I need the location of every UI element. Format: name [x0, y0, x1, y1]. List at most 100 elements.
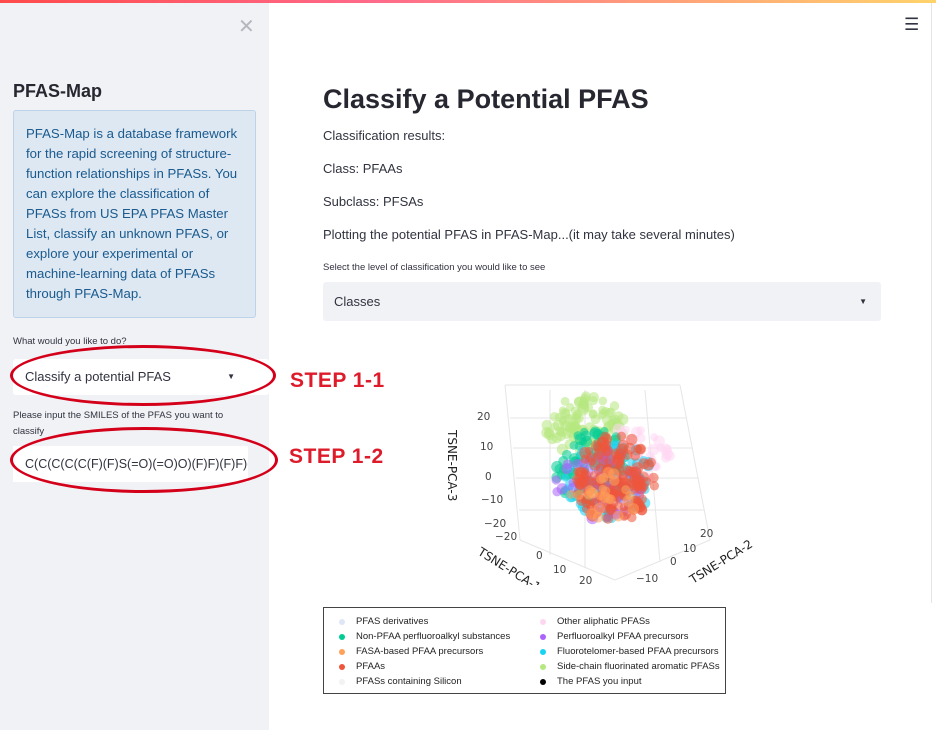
legend-item[interactable]: PFAAs: [339, 661, 386, 673]
x-axis-label: TSNE-PCA-1: [475, 544, 544, 585]
y-tick: 10: [683, 543, 696, 555]
info-box: PFAS-Map is a database framework for the…: [13, 110, 256, 318]
page-title: Classify a Potential PFAS: [323, 84, 649, 114]
legend-item[interactable]: FASA-based PFAA precursors: [339, 646, 484, 658]
legend-label: PFAS derivatives: [356, 616, 429, 627]
legend-item[interactable]: Fluorotelomer-based PFAA precursors: [540, 646, 719, 658]
x-tick: 0: [536, 550, 543, 562]
data-point: [586, 487, 598, 499]
data-point: [608, 468, 620, 480]
legend-label: Other aliphatic PFASs: [557, 616, 650, 627]
data-point: [612, 510, 624, 522]
data-point: [602, 512, 614, 524]
data-point: [585, 500, 595, 509]
data-point: [598, 396, 608, 406]
legend-label: PFASs containing Silicon: [356, 676, 462, 687]
legend-item[interactable]: The PFAS you input: [540, 676, 642, 688]
level-select[interactable]: Classes ▼: [323, 282, 881, 321]
y-tick: 0: [670, 556, 677, 568]
action-select[interactable]: Classify a potential PFAS ▼: [13, 359, 269, 395]
data-point: [662, 444, 672, 454]
data-point: [551, 475, 561, 485]
legend-item[interactable]: Perfluoroalkyl PFAA precursors: [540, 631, 689, 643]
legend-dot: [540, 619, 546, 625]
data-point: [558, 406, 567, 415]
z-axis-label: TSNE-PCA-3: [445, 429, 459, 501]
sidebar-title: PFAS-Map: [13, 81, 103, 101]
legend-label: Perfluoroalkyl PFAA precursors: [557, 631, 689, 642]
close-sidebar-icon[interactable]: ✕: [238, 17, 255, 37]
y-axis-label: TSNE-PCA-2: [686, 537, 755, 585]
data-point: [631, 473, 642, 484]
chevron-down-icon: ▼: [227, 372, 235, 381]
data-point: [635, 443, 647, 455]
data-point: [647, 444, 660, 456]
data-point: [573, 490, 584, 501]
z-axis-ticks: 20 10 0 −10 −20: [477, 411, 506, 530]
data-point: [561, 473, 570, 482]
data-point: [590, 414, 601, 425]
class-text: Class: PFAAs: [323, 161, 403, 176]
data-point: [609, 401, 620, 411]
data-point: [598, 409, 608, 419]
legend-item[interactable]: Side-chain fluorinated aromatic PFASs: [540, 661, 720, 673]
legend-dot: [540, 634, 546, 640]
data-point: [565, 402, 575, 412]
data-point: [638, 458, 650, 470]
pfas-3d-scatter-plot[interactable]: 20 10 0 −10 −20 −20 0 10 20 20 10 0 −10 …: [425, 370, 755, 585]
legend-item[interactable]: Other aliphatic PFASs: [540, 616, 650, 628]
data-point: [650, 433, 659, 442]
legend-dot: [540, 649, 546, 655]
legend-dot: [339, 664, 345, 670]
level-select-value: Classes: [334, 294, 381, 309]
legend-item[interactable]: PFASs containing Silicon: [339, 676, 462, 688]
data-point: [564, 422, 575, 433]
legend-item[interactable]: PFAS derivatives: [339, 616, 429, 628]
step1-label: STEP 1-1: [290, 369, 385, 392]
sidebar: ✕ PFAS-Map PFAS-Map is a database framew…: [0, 3, 269, 730]
x-tick: 10: [553, 564, 566, 576]
x-tick: 20: [579, 575, 592, 585]
data-point: [572, 473, 584, 486]
chevron-down-icon: ▼: [859, 297, 867, 306]
subclass-text: Subclass: PFSAs: [323, 194, 424, 209]
action-label: What would you like to do?: [13, 336, 127, 347]
plot-legend: PFAS derivatives Non-PFAA perfluoroalkyl…: [323, 607, 726, 694]
data-point: [636, 433, 646, 444]
legend-label: PFAAs: [356, 661, 386, 672]
legend-label: Fluorotelomer-based PFAA precursors: [557, 646, 719, 657]
legend-label: FASA-based PFAA precursors: [356, 646, 484, 657]
data-point: [585, 452, 596, 463]
data-point: [616, 431, 627, 441]
action-select-value: Classify a potential PFAS: [25, 369, 171, 384]
data-point: [581, 391, 591, 402]
data-point: [563, 413, 574, 425]
z-tick: 20: [477, 411, 490, 423]
legend-label: The PFAS you input: [557, 676, 642, 687]
data-point: [621, 485, 631, 495]
smiles-label: Please input the SMILES of the PFAS you …: [13, 410, 224, 437]
data-point: [617, 439, 630, 452]
step2-label: STEP 1-2: [289, 445, 384, 468]
data-point: [599, 491, 611, 503]
legend-item[interactable]: Non-PFAA perfluoroalkyl substances: [339, 631, 511, 643]
data-point: [598, 472, 609, 483]
x-tick: −20: [495, 531, 517, 543]
y-tick: −10: [636, 573, 658, 585]
legend-dot: [339, 634, 345, 640]
legend-label: Non-PFAA perfluoroalkyl substances: [356, 631, 511, 642]
data-point: [549, 412, 560, 422]
data-point: [547, 433, 558, 445]
z-tick: −10: [481, 494, 503, 506]
data-point: [613, 452, 625, 465]
menu-icon[interactable]: ☰: [904, 16, 919, 33]
legend-dot: [339, 679, 345, 685]
smiles-input[interactable]: C(C(C(C(C(F)(F)S(=O)(=O)O)(F)F)(F)F)(: [13, 446, 248, 482]
plotting-text: Plotting the potential PFAS in PFAS-Map.…: [323, 227, 735, 242]
data-point: [602, 439, 612, 449]
legend-dot: [540, 664, 546, 670]
legend-label: Side-chain fluorinated aromatic PFASs: [557, 661, 720, 672]
data-point: [580, 467, 589, 476]
data-point: [551, 460, 564, 473]
scrollbar-track: [931, 3, 932, 603]
